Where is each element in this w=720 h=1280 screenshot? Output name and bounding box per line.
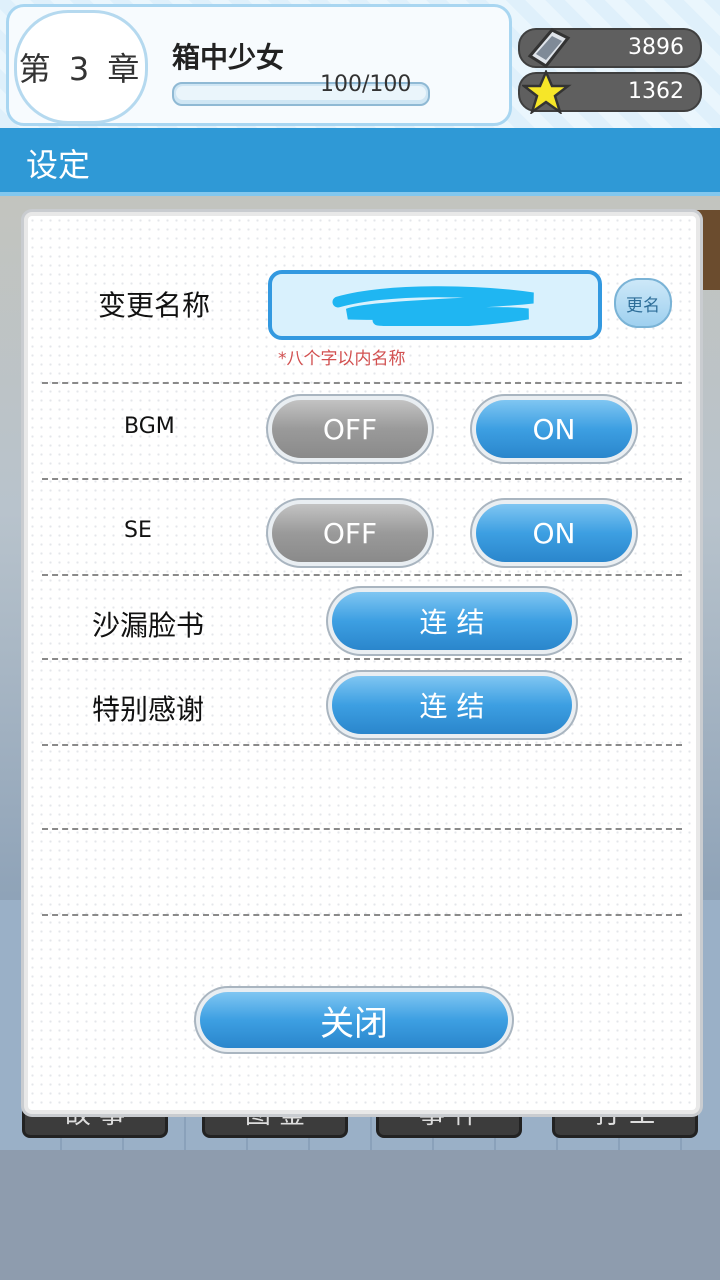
rename-button[interactable]: 更名	[614, 278, 672, 328]
chapter-title: 箱中少女	[172, 41, 285, 74]
currency-stars: 1362	[518, 70, 702, 114]
redacted-name-scribble	[332, 286, 534, 326]
facebook-label: 沙漏脸书	[92, 609, 205, 642]
name-input[interactable]	[268, 270, 602, 340]
currency-cards-value: 3896	[628, 35, 684, 60]
card-icon	[527, 28, 571, 68]
thanks-label: 特别感谢	[92, 693, 205, 726]
thanks-link-button[interactable]: 连 结	[332, 676, 572, 734]
divider	[42, 658, 682, 660]
page-title: 设定	[26, 146, 91, 184]
divider	[42, 574, 682, 576]
rename-label: 变更名称	[98, 289, 211, 322]
divider	[42, 828, 682, 830]
chapter-badge: 第 3 章	[14, 10, 148, 124]
se-label: SE	[124, 518, 152, 543]
chapter-progress-text: 100/100	[320, 72, 412, 97]
divider	[42, 914, 682, 916]
settings-dialog: 变更名称 更名 *八个字以内名称 BGM OFF ON SE OFF ON 沙漏…	[24, 212, 700, 1114]
rename-hint: *八个字以内名称	[278, 349, 406, 369]
bgm-on-button[interactable]: ON	[476, 400, 632, 458]
bottom-bar	[0, 1150, 720, 1280]
bgm-label: BGM	[124, 414, 175, 439]
top-header: 第 3 章 箱中少女 100/100 3896 1362	[0, 0, 720, 128]
divider	[42, 478, 682, 480]
facebook-link-button[interactable]: 连 结	[332, 592, 572, 650]
divider	[42, 744, 682, 746]
star-icon	[522, 70, 572, 114]
close-button[interactable]: 关闭	[200, 992, 508, 1048]
bgm-off-button[interactable]: OFF	[272, 400, 428, 458]
se-on-button[interactable]: ON	[476, 504, 632, 562]
currency-stars-value: 1362	[628, 79, 684, 104]
currency-cards: 3896	[518, 28, 702, 68]
settings-titlebar: 设定	[0, 128, 720, 196]
divider	[42, 382, 682, 384]
se-off-button[interactable]: OFF	[272, 504, 428, 562]
